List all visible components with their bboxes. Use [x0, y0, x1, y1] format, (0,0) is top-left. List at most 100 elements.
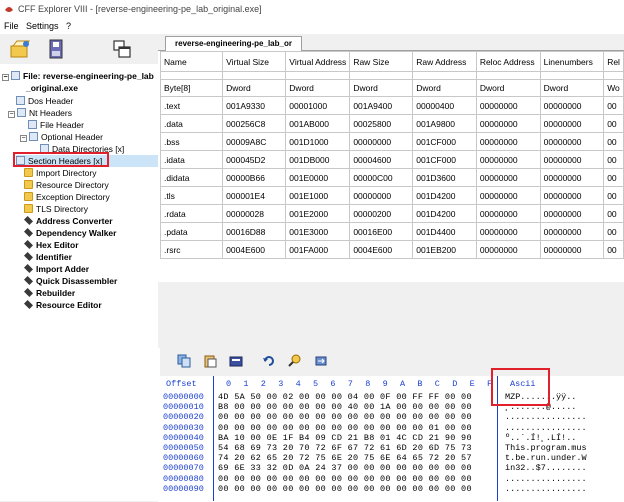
table-row[interactable]: .data 000256C8 001AB000 00025800 001A9800 000… — [159, 114, 624, 133]
table-cell[interactable]: 00000000 — [475, 168, 541, 187]
table-cell[interactable]: 00000000 — [539, 132, 605, 151]
table-cell[interactable]: 00000000 — [539, 204, 605, 223]
table-cell[interactable]: 00000000 — [539, 240, 605, 259]
table-cell[interactable]: 00000028 — [222, 204, 287, 223]
hex-ascii[interactable]: º..´.Í!¸.LÍ!.. — [505, 433, 576, 443]
hex-bytes[interactable]: 4D 5A 50 00 02 00 00 00 04 00 0F 00 FF F… — [218, 392, 472, 402]
goto-icon[interactable] — [314, 354, 328, 368]
column-header[interactable]: Linenumbers — [539, 51, 605, 72]
table-cell[interactable]: 00000000 — [475, 204, 541, 223]
hex-bytes[interactable]: 74 20 62 65 20 72 75 6E 20 75 6E 64 65 7… — [218, 453, 472, 463]
table-cell[interactable]: 001D1000 — [285, 132, 351, 151]
tree-item-dos-header[interactable]: Dos Header — [16, 95, 73, 107]
table-cell[interactable]: 001CF000 — [412, 132, 477, 151]
column-header[interactable]: Reloc Address — [475, 51, 541, 72]
table-cell[interactable]: 000045D2 — [222, 150, 287, 169]
hex-bytes[interactable]: 54 68 69 73 20 70 72 6F 67 72 61 6D 20 6… — [218, 443, 472, 453]
table-cell[interactable]: 00000000 — [539, 150, 605, 169]
column-header[interactable]: Raw Address — [412, 51, 477, 72]
tree-item-import-directory[interactable]: Import Directory — [24, 167, 96, 179]
table-cell[interactable]: 00009A8C — [222, 132, 287, 151]
table-cell[interactable]: 001A9400 — [349, 96, 414, 115]
hex-ascii[interactable]: ................ — [505, 484, 587, 494]
tab-file[interactable]: reverse-engineering-pe_lab_or — [165, 36, 302, 51]
table-cell[interactable]: 00 — [603, 150, 624, 169]
tree-item-rebuilder[interactable]: Rebuilder — [24, 287, 75, 299]
table-cell[interactable]: 000001E4 — [222, 186, 287, 205]
table-row[interactable]: .didata 00000B66 001E0000 00000C00 001D3600 0… — [159, 168, 624, 187]
section-name-cell[interactable]: .rdata — [159, 204, 224, 223]
table-cell[interactable]: 001D4200 — [412, 204, 477, 223]
section-name-cell[interactable]: .didata — [159, 168, 224, 187]
table-cell[interactable]: 00000400 — [412, 96, 477, 115]
tree-item-nt-headers[interactable]: − Nt Headers — [8, 107, 72, 119]
table-cell[interactable]: 00025800 — [349, 114, 414, 133]
hex-view-icon[interactable] — [229, 354, 243, 368]
search-icon[interactable] — [288, 354, 302, 368]
table-cell[interactable]: 00000000 — [475, 240, 541, 259]
table-cell[interactable]: 00 — [603, 204, 624, 223]
table-cell[interactable]: 00000000 — [475, 96, 541, 115]
table-cell[interactable]: 001E2000 — [285, 204, 351, 223]
collapse-icon[interactable]: − — [8, 111, 15, 118]
table-cell[interactable]: 00000000 — [475, 186, 541, 205]
table-cell[interactable]: 00 — [603, 222, 624, 241]
table-cell[interactable]: 001DB000 — [285, 150, 351, 169]
tree-item-tls-directory[interactable]: TLS Directory — [24, 203, 88, 215]
hex-bytes[interactable]: 00 00 00 00 00 00 00 00 00 00 00 00 00 0… — [218, 412, 472, 422]
hex-bytes[interactable]: 00 00 00 00 00 00 00 00 00 00 00 00 00 0… — [218, 474, 472, 484]
paste-icon[interactable] — [203, 354, 217, 368]
table-cell[interactable]: 001AB000 — [285, 114, 351, 133]
collapse-icon[interactable]: − — [20, 135, 27, 142]
table-cell[interactable]: 00 — [603, 186, 624, 205]
table-cell[interactable]: 00000000 — [539, 186, 605, 205]
table-cell[interactable]: 00000000 — [539, 114, 605, 133]
section-name-cell[interactable]: .rsrc — [159, 240, 224, 259]
table-row[interactable]: .text 001A9330 00001000 001A9400 00000400 000… — [159, 96, 624, 115]
table-cell[interactable]: 00000B66 — [222, 168, 287, 187]
hex-ascii[interactable]: This.program.mus — [505, 443, 587, 453]
tree-item-address-converter[interactable]: Address Converter — [24, 215, 113, 227]
hex-bytes[interactable]: 69 6E 33 32 0D 0A 24 37 00 00 00 00 00 0… — [218, 463, 472, 473]
table-cell[interactable]: 00000000 — [475, 114, 541, 133]
table-cell[interactable]: 00000000 — [539, 222, 605, 241]
open-file-icon[interactable] — [9, 38, 31, 60]
column-header[interactable]: Raw Size — [349, 51, 414, 72]
hex-bytes[interactable]: 00 00 00 00 00 00 00 00 00 00 00 00 00 0… — [218, 484, 472, 494]
section-name-cell[interactable]: .pdata — [159, 222, 224, 241]
windows-icon[interactable] — [111, 38, 133, 60]
table-cell[interactable]: 00000000 — [475, 132, 541, 151]
table-cell[interactable]: 00000200 — [349, 204, 414, 223]
table-cell[interactable]: 001FA000 — [285, 240, 351, 259]
table-cell[interactable]: 00000000 — [349, 186, 414, 205]
table-cell[interactable]: 00016E00 — [349, 222, 414, 241]
table-cell[interactable]: 00000000 — [539, 96, 605, 115]
hex-bytes[interactable]: BA 10 00 0E 1F B4 09 CD 21 B8 01 4C CD 2… — [218, 433, 472, 443]
hex-ascii[interactable]: t.be.run.under.W — [505, 453, 587, 463]
table-cell[interactable]: 001E3000 — [285, 222, 351, 241]
tree-item-resource-directory[interactable]: Resource Directory — [24, 179, 109, 191]
hex-bytes[interactable]: B8 00 00 00 00 00 00 00 40 00 1A 00 00 0… — [218, 402, 472, 412]
table-cell[interactable]: 00000000 — [349, 132, 414, 151]
section-name-cell[interactable]: .bss — [159, 132, 224, 151]
table-cell[interactable]: 0004E600 — [222, 240, 287, 259]
table-cell[interactable]: 00000000 — [475, 222, 541, 241]
hex-editor[interactable]: Offset 0123456789ABCDEF Ascii 00000000 4D… — [160, 376, 624, 501]
menu-settings[interactable]: Settings — [26, 21, 59, 31]
table-cell[interactable]: 00 — [603, 114, 624, 133]
table-cell[interactable]: 00 — [603, 168, 624, 187]
hex-bytes[interactable]: 00 00 00 00 00 00 00 00 00 00 00 00 00 0… — [218, 423, 472, 433]
hex-ascii[interactable]: ................ — [505, 474, 587, 484]
section-name-cell[interactable]: .idata — [159, 150, 224, 169]
section-name-cell[interactable]: .tls — [159, 186, 224, 205]
tree-item-hex-editor[interactable]: Hex Editor — [24, 239, 79, 251]
table-cell[interactable]: 001A9800 — [412, 114, 477, 133]
column-header[interactable]: Rel — [603, 51, 624, 72]
table-cell[interactable]: 001D4200 — [412, 186, 477, 205]
table-cell[interactable]: 00000C00 — [349, 168, 414, 187]
table-cell[interactable]: 001E1000 — [285, 186, 351, 205]
tree-item-quick-disassembler[interactable]: Quick Disassembler — [24, 275, 117, 287]
table-row[interactable]: .rsrc 0004E600 001FA000 0004E600 001EB200 000… — [159, 240, 624, 259]
collapse-icon[interactable]: − — [2, 74, 9, 81]
hex-ascii[interactable]: ................ — [505, 412, 587, 422]
